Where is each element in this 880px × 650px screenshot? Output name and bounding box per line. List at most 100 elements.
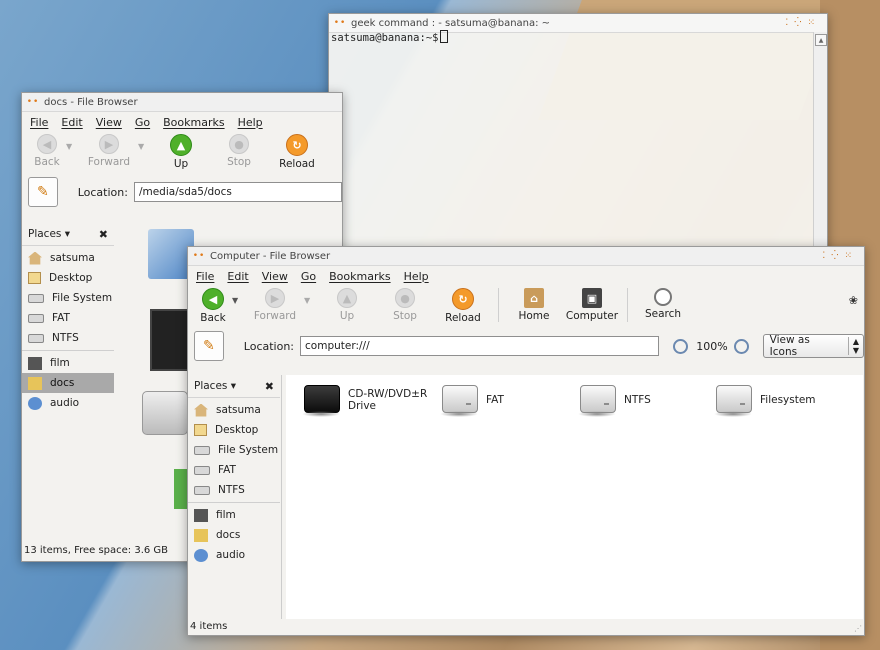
close-sidebar-icon[interactable]: ✖ — [99, 228, 108, 241]
documents-icon — [28, 376, 42, 390]
memory-card-file-icon[interactable] — [150, 309, 190, 371]
sidebar-item-ntfs[interactable]: NTFS — [22, 328, 114, 348]
audio-icon — [194, 548, 208, 562]
reload-label: Reload — [445, 312, 481, 324]
menu-help[interactable]: Help — [404, 270, 429, 283]
zoom-out-icon[interactable] — [673, 338, 689, 354]
window-menu-icon[interactable]: •• — [329, 18, 351, 28]
computer-button[interactable]: ▣ Computer — [563, 288, 621, 322]
edit-location-button[interactable]: ✎ — [194, 331, 224, 361]
scroll-up-icon[interactable]: ▲ — [815, 34, 827, 46]
menu-go[interactable]: Go — [135, 116, 150, 129]
sidebar-item-film[interactable]: film — [188, 505, 280, 525]
view-mode-value: View as Icons — [769, 334, 810, 358]
toolbar-separator — [627, 288, 628, 322]
up-label: Up — [339, 310, 355, 322]
stop-icon: ● — [395, 288, 415, 308]
back-button[interactable]: ◀ Back — [194, 288, 232, 324]
forward-arrow-icon: ▶ — [265, 288, 285, 308]
up-button[interactable]: ▲ Up — [318, 288, 376, 322]
audio-icon — [28, 396, 42, 410]
places-dropdown[interactable]: Places ▾ — [194, 380, 236, 392]
sidebar-item-film[interactable]: film — [22, 353, 114, 373]
computer-menubar: File Edit View Go Bookmarks Help — [188, 266, 864, 286]
resize-grip-icon[interactable]: ⋰ — [854, 624, 862, 633]
sidebar-item-docs[interactable]: docs — [22, 373, 114, 393]
sidebar-item-fat[interactable]: FAT — [22, 308, 114, 328]
edit-location-button[interactable]: ✎ — [28, 177, 58, 207]
computer-file-browser-window[interactable]: •• Computer - File Browser ⁚⁛⁙ File Edit… — [187, 246, 865, 636]
zoom-level[interactable]: 100% — [696, 340, 727, 353]
back-history-dropdown[interactable]: ▼ — [66, 142, 74, 151]
zoom-in-icon[interactable] — [733, 338, 749, 354]
menu-edit[interactable]: Edit — [227, 270, 248, 283]
sidebar-item-desktop[interactable]: Desktop — [22, 268, 114, 288]
camera-file-icon[interactable] — [142, 391, 188, 435]
places-dropdown[interactable]: Places ▾ — [28, 228, 70, 240]
location-input[interactable]: computer:/// — [300, 336, 660, 356]
sidebar-item-satsuma[interactable]: satsuma — [188, 400, 280, 420]
docs-menubar: File Edit View Go Bookmarks Help — [22, 112, 342, 132]
window-menu-icon[interactable]: •• — [22, 97, 44, 107]
home-icon — [194, 403, 208, 417]
docs-titlebar[interactable]: •• docs - File Browser — [22, 93, 342, 112]
sidebar-item-satsuma[interactable]: satsuma — [22, 248, 114, 268]
drive-label: CD-RW/DVD±R Drive — [348, 388, 428, 412]
menu-go[interactable]: Go — [301, 270, 316, 283]
forward-history-dropdown[interactable]: ▼ — [304, 296, 312, 305]
stop-button[interactable]: ● Stop — [376, 288, 434, 322]
computer-titlebar[interactable]: •• Computer - File Browser ⁚⁛⁙ — [188, 247, 864, 266]
forward-history-dropdown[interactable]: ▼ — [138, 142, 146, 151]
terminal-output[interactable]: satsuma@banana:~$ — [331, 30, 449, 44]
computer-content-area[interactable]: CD-RW/DVD±R Drive FAT NTFS Filesystem — [286, 375, 863, 619]
sidebar-item-fat[interactable]: FAT — [188, 460, 280, 480]
sidebar-item-audio[interactable]: audio — [22, 393, 114, 413]
drive-item-ntfs[interactable]: NTFS — [578, 383, 651, 417]
sidebar-item-label: docs — [216, 529, 241, 541]
sidebar-item-docs[interactable]: docs — [188, 525, 280, 545]
sidebar-item-ntfs[interactable]: NTFS — [188, 480, 280, 500]
forward-label: Forward — [87, 156, 131, 168]
menu-bookmarks[interactable]: Bookmarks — [163, 116, 224, 129]
terminal-window[interactable]: •• geek command : - satsuma@banana: ~ ⁚⁛… — [328, 13, 828, 260]
home-button[interactable]: ⌂ Home — [505, 288, 563, 322]
reload-icon: ↻ — [452, 288, 474, 310]
stop-button[interactable]: ● Stop — [210, 134, 268, 168]
menu-bookmarks[interactable]: Bookmarks — [329, 270, 390, 283]
sidebar-item-label: FAT — [218, 464, 236, 476]
forward-arrow-icon: ▶ — [99, 134, 119, 154]
window-menu-icon[interactable]: •• — [188, 251, 210, 261]
reload-button[interactable]: ↻ Reload — [268, 134, 326, 170]
up-button[interactable]: ▲ Up — [152, 134, 210, 170]
menu-file[interactable]: File — [30, 116, 48, 129]
location-input[interactable]: /media/sda5/docs — [133, 182, 342, 202]
menu-help[interactable]: Help — [238, 116, 263, 129]
forward-button[interactable]: ▶ Forward — [80, 134, 138, 168]
menu-view[interactable]: View — [262, 270, 288, 283]
sidebar-item-file-system[interactable]: File System — [22, 288, 114, 308]
back-button[interactable]: ◀ Back — [28, 134, 66, 168]
throbber-icon: ❀ — [848, 294, 858, 307]
back-history-dropdown[interactable]: ▼ — [232, 296, 240, 305]
close-sidebar-icon[interactable]: ✖ — [265, 380, 274, 393]
view-mode-select[interactable]: View as Icons ▲ ▼ — [762, 334, 865, 358]
menu-view[interactable]: View — [96, 116, 122, 129]
forward-button[interactable]: ▶ Forward — [246, 288, 304, 322]
terminal-scrollbar[interactable]: ▲ — [813, 32, 827, 258]
drive-item-fat[interactable]: FAT — [440, 383, 504, 417]
menu-file[interactable]: File — [196, 270, 214, 283]
home-icon — [28, 251, 42, 265]
location-label: Location: — [77, 185, 128, 199]
reload-button[interactable]: ↻ Reload — [434, 288, 492, 324]
search-button[interactable]: Search — [634, 288, 692, 320]
menu-edit[interactable]: Edit — [61, 116, 82, 129]
sidebar-item-audio[interactable]: audio — [188, 545, 280, 565]
sidebar-item-file-system[interactable]: File System — [188, 440, 280, 460]
drive-item-filesystem[interactable]: Filesystem — [714, 383, 816, 417]
sidebar-item-desktop[interactable]: Desktop — [188, 420, 280, 440]
window-controls-icon[interactable]: ⁚⁛⁙ — [785, 18, 827, 28]
sidebar-item-label: Desktop — [49, 272, 93, 284]
desktop-icon — [194, 424, 207, 436]
window-controls-icon[interactable]: ⁚⁛⁙ — [822, 251, 864, 261]
drive-item-cdrw[interactable]: CD-RW/DVD±R Drive — [302, 383, 428, 417]
